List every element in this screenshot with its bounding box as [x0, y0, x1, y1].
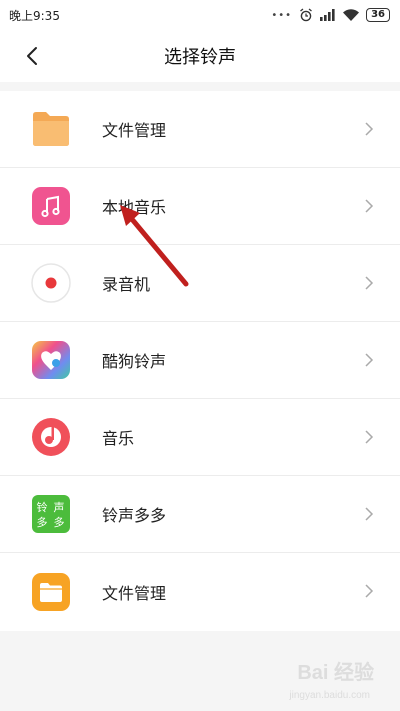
alarm-icon: [300, 8, 312, 22]
ringtone-duoduo-icon: 铃 声 多 多: [31, 494, 71, 534]
ringtone-source-list: 文件管理 本地音乐 录音机 酷狗铃声 音乐 铃 声 多 多 铃声多多 文件管理: [0, 91, 400, 631]
header: 选择铃声: [0, 30, 400, 82]
logo-char: 声: [54, 500, 65, 514]
chevron-right-icon: [365, 353, 374, 367]
watermark: Bai 经验: [297, 662, 374, 684]
status-icons: ••• 36: [271, 8, 390, 22]
music-note-icon: [31, 186, 71, 226]
list-item-file-manager-2[interactable]: 文件管理: [0, 553, 400, 631]
list-item-recorder[interactable]: 录音机: [0, 245, 400, 322]
signal-icon: [320, 9, 335, 21]
list-item-label: 酷狗铃声: [102, 352, 167, 371]
chevron-right-icon: [365, 122, 374, 136]
music-disc-icon: [31, 417, 71, 457]
chevron-left-icon[interactable]: [20, 43, 46, 69]
list-item-label: 文件管理: [102, 584, 167, 603]
list-item-label: 录音机: [102, 275, 151, 294]
notification-dots: •••: [271, 9, 293, 21]
list-item-music[interactable]: 音乐: [0, 399, 400, 476]
folder-icon: [31, 109, 71, 149]
list-item-label: 本地音乐: [102, 198, 167, 217]
top-area: 晚上9:35 ••• 36 选择铃声: [0, 0, 400, 82]
list-item-file-manager[interactable]: 文件管理: [0, 91, 400, 168]
page-title: 选择铃声: [164, 47, 236, 68]
status-bar: 晚上9:35 ••• 36: [0, 0, 400, 30]
logo-char: 铃: [37, 500, 48, 514]
file-manager-icon: [31, 572, 71, 612]
chevron-right-icon: [365, 199, 374, 213]
list-item-ringtone-duoduo[interactable]: 铃 声 多 多 铃声多多: [0, 476, 400, 553]
watermark-url: jingyan.baidu.com: [289, 690, 370, 701]
kugou-ringtone-icon: [31, 340, 71, 380]
chevron-right-icon: [365, 276, 374, 290]
record-icon: [31, 263, 71, 303]
list-item-kugou-ringtone[interactable]: 酷狗铃声: [0, 322, 400, 399]
chevron-right-icon: [365, 430, 374, 444]
wifi-icon: [343, 9, 360, 21]
logo-char: 多: [37, 515, 48, 529]
battery-indicator: 36: [366, 8, 390, 22]
list-item-label: 音乐: [102, 429, 135, 448]
status-time: 晚上9:35: [9, 8, 60, 23]
chevron-right-icon: [365, 507, 374, 521]
chevron-right-icon: [365, 584, 374, 598]
list-item-label: 铃声多多: [102, 506, 167, 525]
list-item-local-music[interactable]: 本地音乐: [0, 168, 400, 245]
logo-char: 多: [54, 515, 65, 529]
list-item-label: 文件管理: [102, 121, 167, 140]
